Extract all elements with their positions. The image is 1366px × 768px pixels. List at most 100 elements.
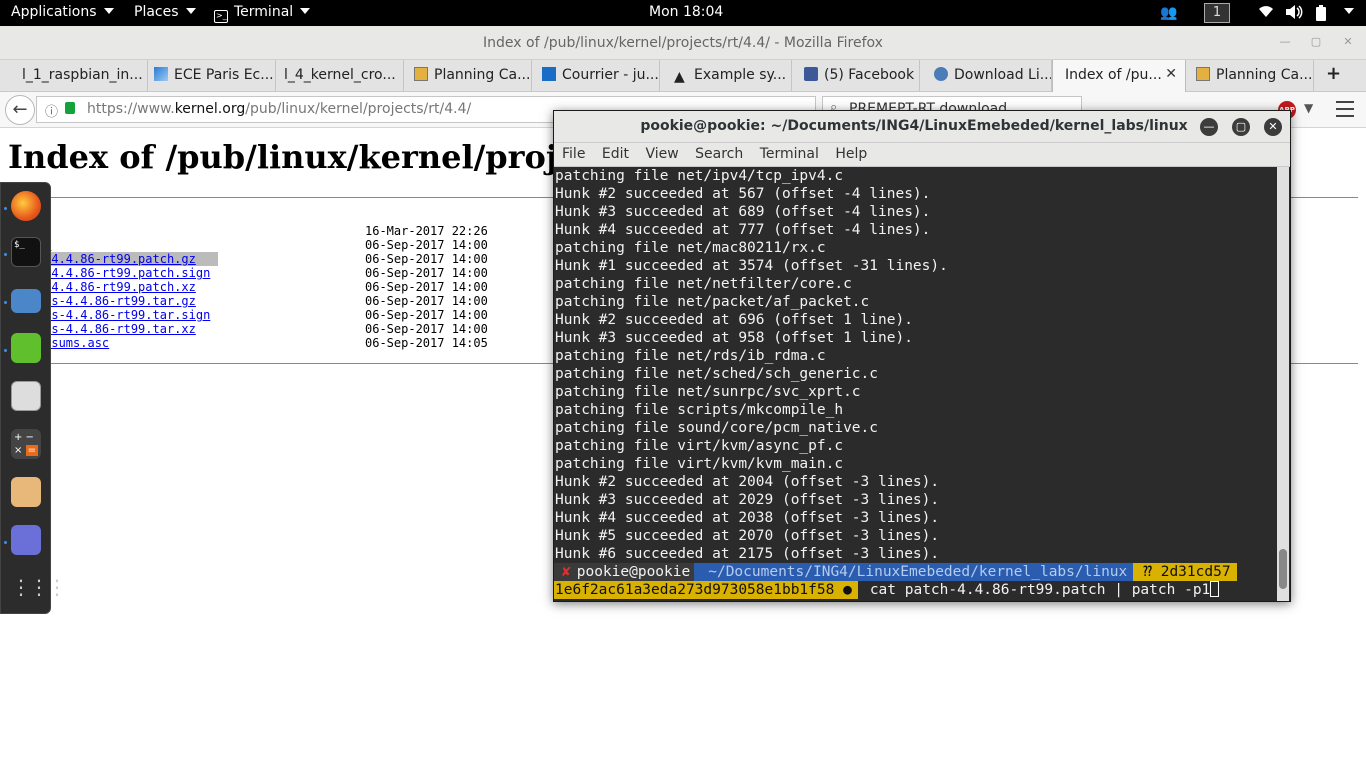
- output-line: Hunk #5 succeeded at 2070 (offset -3 lin…: [555, 528, 940, 544]
- list-item: incr/16-Mar-2017 22:26: [8, 224, 515, 238]
- menu-view[interactable]: View: [645, 146, 678, 162]
- file-link[interactable]: patch-4.4.86-rt99.patch.sign: [8, 266, 365, 280]
- menu-help[interactable]: Help: [835, 146, 867, 162]
- applications-label: Applications: [11, 4, 97, 20]
- file-link[interactable]: incr/: [8, 224, 365, 238]
- tab-ece-paris[interactable]: ECE Paris Ec...: [148, 60, 276, 92]
- tab-kernel-cross[interactable]: l_4_kernel_cro...: [276, 60, 404, 92]
- overflow-chevron-icon[interactable]: ▼: [1304, 101, 1313, 115]
- maximize-icon[interactable]: ▢: [1308, 34, 1324, 50]
- maximize-icon[interactable]: ▢: [1232, 118, 1250, 136]
- lock-icon[interactable]: [65, 102, 75, 114]
- file-link[interactable]: patch-4.4.86-rt99.patch.xz: [8, 280, 365, 294]
- calculator-icon[interactable]: + − × =: [11, 429, 41, 459]
- file-link[interactable]: older/: [8, 238, 365, 252]
- battery-icon[interactable]: [1315, 5, 1327, 25]
- text-editor-icon[interactable]: [11, 333, 41, 363]
- system-menu[interactable]: [1337, 4, 1354, 20]
- info-icon[interactable]: ⓘ: [45, 101, 58, 120]
- tab-example[interactable]: ▲ Example sy...: [660, 60, 792, 92]
- output-line: patching file scripts/mkcompile_h: [555, 402, 844, 418]
- page-heading: Index of /pub/linux/kernel/proj: [8, 138, 558, 176]
- file-link[interactable]: patches-4.4.86-rt99.tar.gz: [8, 294, 365, 308]
- notes-icon[interactable]: [11, 525, 41, 555]
- list-item: patch-4.4.86-rt99.patch.gz 06-Sep-2017 14…: [8, 252, 515, 266]
- tab-label: Download Li...: [954, 67, 1052, 83]
- wifi-icon[interactable]: [1258, 4, 1274, 22]
- terminal-scrollbar[interactable]: [1277, 167, 1289, 601]
- tab-courrier[interactable]: Courrier - ju...: [532, 60, 660, 92]
- file-link[interactable]: patches-4.4.86-rt99.tar.xz: [8, 322, 365, 336]
- output-line: Hunk #2 succeeded at 2004 (offset -3 lin…: [555, 474, 940, 490]
- tab-index-of[interactable]: Index of /pu... ✕: [1052, 60, 1186, 93]
- new-tab-button[interactable]: +: [1318, 60, 1348, 92]
- tab-label: l_4_kernel_cro...: [284, 67, 396, 83]
- terminal-app-label: Terminal: [234, 4, 294, 20]
- tab-facebook[interactable]: (5) Facebook: [792, 60, 920, 92]
- prompt-user: pookie@pookie: [576, 564, 691, 580]
- file-link[interactable]: ../: [8, 210, 365, 224]
- prompt-path: ~/Documents/ING4/LinuxEmebeded/kernel_la…: [694, 563, 1134, 581]
- files-icon[interactable]: [11, 289, 41, 313]
- menu-edit[interactable]: Edit: [602, 146, 629, 162]
- minimize-icon[interactable]: —: [1277, 34, 1293, 50]
- close-icon[interactable]: ✕: [1264, 118, 1282, 136]
- close-tab-icon[interactable]: ✕: [1165, 66, 1177, 82]
- places-label: Places: [134, 4, 179, 20]
- tab-download-linux[interactable]: Download Li...: [920, 60, 1052, 92]
- output-line: patching file net/packet/af_packet.c: [555, 294, 870, 310]
- terminal-app-menu[interactable]: >_ Terminal: [214, 4, 311, 23]
- url-domain: kernel.org: [174, 101, 246, 117]
- tab-bar: l_1_raspbian_in... ECE Paris Ec... l_4_k…: [0, 60, 1366, 93]
- applications-menu[interactable]: Applications: [11, 4, 114, 20]
- file-date: 06-Sep-2017 14:00: [365, 308, 488, 322]
- places-menu[interactable]: Places: [134, 4, 196, 20]
- menu-search[interactable]: Search: [695, 146, 743, 162]
- tab-planning-2[interactable]: Planning Ca...: [1186, 60, 1314, 92]
- chevron-down-icon: [103, 8, 114, 14]
- output-line: Hunk #3 succeeded at 958 (offset 1 line)…: [555, 330, 913, 346]
- file-link[interactable]: patches-4.4.86-rt99.tar.sign: [8, 308, 365, 322]
- clock[interactable]: Mon 18:04: [649, 4, 723, 20]
- settings-icon[interactable]: [11, 381, 41, 411]
- scrollbar-thumb[interactable]: [1279, 549, 1287, 589]
- menu-file[interactable]: File: [562, 146, 585, 162]
- archive-icon[interactable]: [11, 477, 41, 507]
- firefox-icon[interactable]: [11, 191, 41, 221]
- output-line: patching file sound/core/pcm_native.c: [555, 420, 879, 436]
- prompt-git-hash: 1e6f2ac61a3eda273d973058e1bb1f58 ●: [554, 581, 858, 599]
- tab-planning-1[interactable]: Planning Ca...: [404, 60, 532, 92]
- close-icon[interactable]: ✕: [1340, 34, 1356, 50]
- output-line: Hunk #2 succeeded at 567 (offset -4 line…: [555, 186, 931, 202]
- workspace-indicator[interactable]: 1: [1204, 3, 1230, 23]
- output-line: patching file net/mac80211/rx.c: [555, 240, 826, 256]
- terminal-output[interactable]: patching file net/ipv4/tcp_ipv4.c Hunk #…: [554, 167, 1276, 601]
- chevron-down-icon: [300, 8, 311, 14]
- tab-label: l_1_raspbian_in...: [22, 67, 143, 83]
- output-line: patching file net/sched/sch_generic.c: [555, 366, 879, 382]
- output-line: Hunk #4 succeeded at 777 (offset -4 line…: [555, 222, 931, 238]
- file-date: 06-Sep-2017 14:00: [365, 238, 488, 252]
- list-item: patches-4.4.86-rt99.tar.xz 06-Sep-2017 14…: [8, 322, 515, 336]
- facebook-icon: [804, 67, 818, 81]
- menu-terminal[interactable]: Terminal: [760, 146, 819, 162]
- output-line: patching file net/netfilter/core.c: [555, 276, 852, 292]
- window-title: Index of /pub/linux/kernel/projects/rt/4…: [483, 35, 883, 51]
- tab-raspbian[interactable]: l_1_raspbian_in...: [0, 60, 148, 92]
- minimize-icon[interactable]: —: [1200, 118, 1218, 136]
- hamburger-menu-icon[interactable]: [1336, 101, 1354, 117]
- tab-label: Example sy...: [694, 67, 787, 83]
- command-line[interactable]: 1e6f2ac61a3eda273d973058e1bb1f58 ● cat pa…: [554, 581, 1276, 599]
- tab-label: Courrier - ju...: [562, 67, 659, 83]
- show-apps-icon[interactable]: ⋮⋮⋮: [11, 573, 67, 603]
- file-date: 06-Sep-2017 14:05: [365, 336, 488, 350]
- file-link[interactable]: sha256sums.asc: [8, 336, 365, 350]
- output-line: Hunk #6 succeeded at 2175 (offset -3 lin…: [555, 546, 940, 562]
- terminal-window: pookie@pookie: ~/Documents/ING4/LinuxEme…: [553, 110, 1291, 602]
- list-item: sha256sums.asc 06-Sep-2017 14:05: [8, 336, 515, 350]
- volume-icon[interactable]: [1285, 4, 1303, 24]
- terminal-icon[interactable]: $_: [11, 237, 41, 267]
- tab-label: Planning Ca...: [434, 67, 531, 83]
- back-arrow-icon[interactable]: ←: [5, 95, 35, 125]
- users-icon[interactable]: 👥: [1160, 5, 1177, 21]
